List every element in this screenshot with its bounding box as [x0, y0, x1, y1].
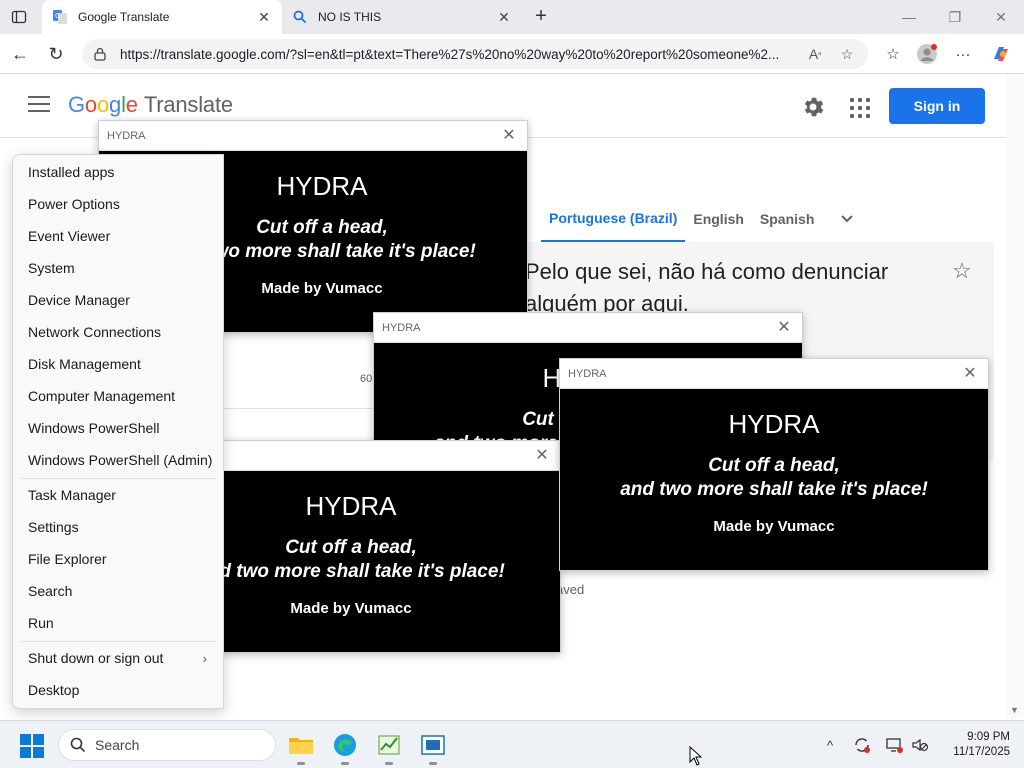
more-languages-chevron-icon[interactable] — [840, 211, 854, 227]
search-placeholder: Search — [95, 737, 140, 753]
menu-item-shut-down-or-sign-out[interactable]: Shut down or sign out › — [13, 642, 223, 674]
search-icon — [69, 736, 87, 754]
submenu-chevron-icon: › — [202, 650, 207, 666]
menu-item-disk-management[interactable]: Disk Management — [13, 348, 223, 380]
mouse-pointer-icon — [689, 745, 703, 766]
hydra-app-window-icon[interactable] — [419, 731, 447, 765]
task-manager-chart-icon[interactable] — [375, 731, 403, 765]
taskbar: Search ^ 9:09 PM 11/17/2025 — [0, 720, 1024, 768]
close-tab-icon[interactable]: ✕ — [496, 9, 512, 25]
popup-title: HYDRA — [107, 130, 146, 142]
popup-line-1: Cut off a head, — [708, 455, 840, 476]
clock-time: 9:09 PM — [967, 731, 1010, 743]
clock-date: 11/17/2025 — [953, 746, 1010, 758]
tab-title: NO IS THIS — [318, 10, 382, 24]
target-language-tabs: Portuguese (Brazil) English Spanish — [541, 196, 854, 242]
tab-spanish[interactable]: Spanish — [752, 196, 822, 242]
scroll-down-arrow-icon[interactable]: ▼ — [1010, 705, 1019, 715]
url-text[interactable]: https://translate.google.com/?sl=en&tl=p… — [120, 47, 794, 62]
menu-item-system[interactable]: System — [13, 252, 223, 284]
settings-gear-icon[interactable] — [800, 94, 826, 120]
favorites-icon[interactable]: ☆ — [880, 41, 906, 67]
menu-item-installed-apps[interactable]: Installed apps — [13, 156, 223, 188]
menu-item-desktop[interactable]: Desktop — [13, 674, 223, 706]
main-menu-icon[interactable] — [28, 96, 50, 116]
menu-item-network-connections[interactable]: Network Connections — [13, 316, 223, 348]
popup-heading: HYDRA — [728, 409, 820, 439]
divider — [224, 408, 374, 409]
tab-english[interactable]: English — [685, 196, 752, 242]
menu-item-device-manager[interactable]: Device Manager — [13, 284, 223, 316]
read-aloud-icon[interactable]: Aᵃ — [804, 43, 826, 65]
restore-icon[interactable]: ❐ — [932, 0, 978, 34]
network-status-icon[interactable] — [884, 735, 904, 755]
popup-credit: Made by Vumacc — [713, 518, 835, 535]
product-name: Translate — [143, 92, 233, 117]
hydra-popup-window[interactable]: HYDRA ✕ HYDRA Cut off a head, and two mo… — [559, 358, 989, 571]
google-translate-logo[interactable]: Google Translate — [68, 92, 233, 118]
menu-item-file-explorer[interactable]: File Explorer — [13, 543, 223, 575]
close-icon[interactable]: ✕ — [532, 445, 552, 465]
window-controls: — ❐ ✕ — [886, 0, 1024, 34]
tab-no-is-this[interactable]: NO IS THIS ✕ — [282, 0, 522, 34]
google-apps-icon[interactable] — [846, 94, 870, 118]
google-translate-favicon-icon: G — [52, 9, 68, 25]
tab-actions-icon[interactable] — [8, 6, 30, 28]
search-favicon-icon — [292, 9, 308, 25]
close-tab-icon[interactable]: ✕ — [256, 9, 272, 25]
popup-title: HYDRA — [382, 322, 421, 334]
popup-body: HYDRA Cut off a head, and two more shall… — [560, 389, 988, 570]
browser-titlebar: G Google Translate ✕ NO IS THIS ✕ + — ❐ … — [0, 0, 1024, 34]
quick-link-menu: Installed apps Power Options Event Viewe… — [12, 154, 224, 709]
tab-portuguese-brazil[interactable]: Portuguese (Brazil) — [541, 196, 686, 242]
translation-output-text: Pelo que sei, não há como denunciar algu… — [525, 259, 889, 316]
sync-update-icon[interactable] — [852, 735, 872, 755]
refresh-icon[interactable]: ↻ — [44, 42, 68, 66]
show-hidden-icons-chevron-icon[interactable]: ^ — [820, 735, 840, 755]
menu-item-label: Shut down or sign out — [28, 650, 164, 666]
close-window-icon[interactable]: ✕ — [978, 0, 1024, 34]
menu-item-windows-powershell[interactable]: Windows PowerShell — [13, 412, 223, 444]
site-info-icon[interactable] — [92, 46, 108, 62]
edge-browser-icon[interactable] — [331, 731, 359, 765]
close-icon[interactable]: ✕ — [499, 125, 519, 145]
browser-toolbar: ← ↻ https://translate.google.com/?sl=en&… — [0, 34, 1024, 74]
popup-titlebar[interactable]: HYDRA ✕ — [374, 313, 802, 343]
system-clock[interactable]: 9:09 PM 11/17/2025 — [936, 730, 1010, 760]
menu-item-task-manager[interactable]: Task Manager — [13, 479, 223, 511]
tab-title: Google Translate — [78, 10, 170, 24]
svg-text:G: G — [55, 12, 60, 20]
back-arrow-icon[interactable]: ← — [8, 42, 32, 66]
popup-title: HYDRA — [568, 368, 607, 380]
close-icon[interactable]: ✕ — [960, 363, 980, 383]
page-scrollbar[interactable]: ▼ — [1006, 74, 1024, 719]
minimize-icon[interactable]: — — [886, 0, 932, 34]
menu-item-search[interactable]: Search — [13, 575, 223, 607]
start-windows-icon[interactable] — [20, 734, 44, 758]
menu-item-computer-management[interactable]: Computer Management — [13, 380, 223, 412]
character-count: 60 — [360, 373, 373, 385]
tab-google-translate[interactable]: G Google Translate ✕ — [42, 0, 282, 34]
close-icon[interactable]: ✕ — [774, 317, 794, 337]
menu-item-settings[interactable]: Settings — [13, 511, 223, 543]
taskbar-search-box[interactable]: Search — [58, 729, 276, 761]
popup-line-2: and two more shall take it's place! — [620, 479, 928, 500]
profile-avatar-icon[interactable] — [914, 41, 940, 67]
file-explorer-icon[interactable] — [287, 731, 315, 765]
popup-titlebar[interactable]: HYDRA ✕ — [99, 121, 527, 151]
popup-titlebar[interactable]: HYDRA ✕ — [560, 359, 988, 389]
copilot-icon[interactable] — [988, 41, 1014, 67]
volume-muted-icon[interactable] — [910, 735, 930, 755]
save-translation-star-icon[interactable]: ☆ — [952, 258, 972, 284]
menu-item-windows-powershell-admin[interactable]: Windows PowerShell (Admin) — [13, 444, 223, 476]
sign-in-button[interactable]: Sign in — [889, 88, 985, 124]
menu-item-event-viewer[interactable]: Event Viewer — [13, 220, 223, 252]
menu-item-power-options[interactable]: Power Options — [13, 188, 223, 220]
menu-item-run[interactable]: Run — [13, 607, 223, 639]
more-menu-icon[interactable]: ··· — [950, 41, 976, 67]
new-tab-button[interactable]: + — [530, 5, 552, 27]
address-bar[interactable]: https://translate.google.com/?sl=en&tl=p… — [82, 39, 868, 69]
favorite-star-icon[interactable]: ☆ — [836, 43, 858, 65]
